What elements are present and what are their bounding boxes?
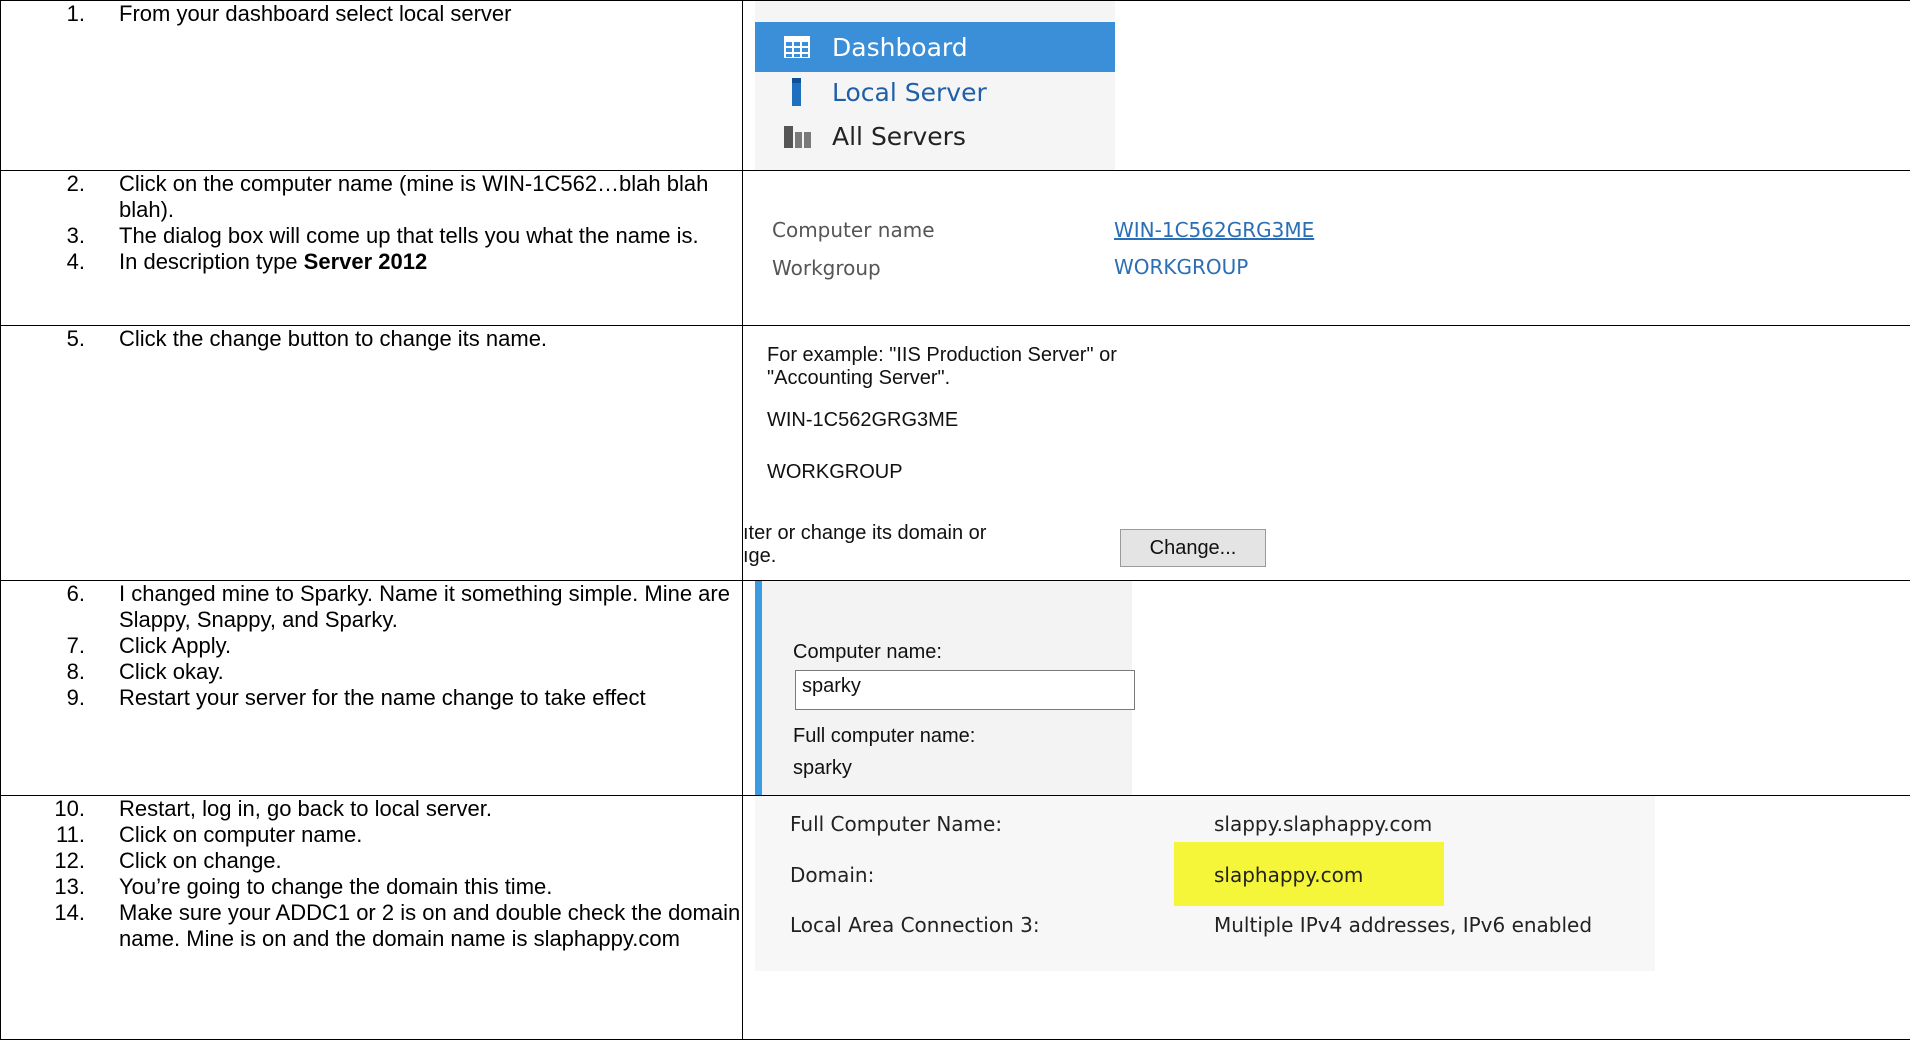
step-number: 11.	[1, 822, 85, 848]
domain-properties-screenshot: Full Computer Name: slappy.slaphappy.com…	[755, 796, 1655, 971]
computer-name-changes-screenshot: Computer name: sparky Full computer name…	[755, 581, 1132, 796]
nav-label: Dashboard	[832, 33, 968, 62]
table-row: 10. Restart, log in, go back to local ser…	[1, 796, 1910, 1040]
screenshot-cell: For example: "IIS Production Server" or …	[743, 326, 1910, 581]
step-text: Click on change.	[119, 848, 282, 873]
step-number: 1.	[1, 1, 85, 27]
rename-text-line: ıge.	[743, 545, 776, 568]
step-text: Click Apply.	[119, 633, 231, 658]
step-list: 6. I changed mine to Sparky. Name it some…	[1, 581, 742, 711]
nav-label: Local Server	[832, 78, 987, 107]
computer-name-label: Computer name	[772, 218, 935, 242]
steps-cell: 2. Click on the computer name (mine is WI…	[1, 171, 743, 326]
full-computer-name-value: WIN-1C562GRG3ME	[767, 409, 958, 432]
step-item: 12. Click on change.	[1, 848, 742, 874]
step-item: 9. Restart your server for the name chang…	[1, 685, 742, 711]
step-text: The dialog box will come up that tells y…	[119, 223, 699, 248]
step-text: Click on the computer name (mine is WIN-…	[119, 171, 708, 222]
step-item: 10. Restart, log in, go back to local ser…	[1, 796, 742, 822]
dashboard-grid-icon	[783, 35, 811, 59]
nav-label: All Servers	[832, 122, 966, 151]
step-number: 2.	[1, 171, 85, 197]
nav-item-dashboard[interactable]: Dashboard	[755, 22, 1115, 72]
table-row: 2. Click on the computer name (mine is WI…	[1, 171, 1910, 326]
nav-item-all-servers[interactable]: All Servers	[755, 111, 1115, 161]
computer-properties-screenshot: Computer name WIN-1C562GRG3ME Workgroup …	[743, 171, 1543, 301]
screenshot-cell: Dashboard Local Server All Servers	[743, 1, 1910, 171]
domain-label: Domain:	[790, 863, 874, 887]
nav-item-local-server[interactable]: Local Server	[755, 67, 1115, 117]
domain-value: slaphappy.com	[1214, 863, 1363, 887]
table-row: 5. Click the change button to change its …	[1, 326, 1910, 581]
servers-icon	[783, 123, 813, 149]
step-number: 8.	[1, 659, 85, 685]
step-text: From your dashboard select local server	[119, 1, 512, 26]
step-item: 14. Make sure your ADDC1 or 2 is on and d…	[1, 900, 742, 952]
step-item: 6. I changed mine to Sparky. Name it some…	[1, 581, 742, 633]
step-number: 4.	[1, 249, 85, 275]
full-computer-name-value: slappy.slaphappy.com	[1214, 812, 1432, 836]
step-text: In description type	[119, 249, 304, 274]
full-computer-name-label: Full Computer Name:	[790, 812, 1002, 836]
step-number: 12.	[1, 848, 85, 874]
rename-text-line: ıter or change its domain or	[743, 522, 986, 545]
step-item: 2. Click on the computer name (mine is WI…	[1, 171, 742, 223]
step-number: 13.	[1, 874, 85, 900]
server-icon	[783, 77, 811, 107]
step-number: 3.	[1, 223, 85, 249]
example-text-line: For example: "IIS Production Server" or	[767, 344, 1117, 367]
computer-name-link[interactable]: WIN-1C562GRG3ME	[1114, 218, 1314, 242]
step-item: 4. In description type Server 2012	[1, 249, 742, 275]
step-bold-text: Server 2012	[304, 249, 428, 274]
step-item: 13. You’re going to change the domain thi…	[1, 874, 742, 900]
step-text: You’re going to change the domain this t…	[119, 874, 552, 899]
workgroup-label: Workgroup	[772, 256, 881, 280]
steps-cell: 6. I changed mine to Sparky. Name it some…	[1, 581, 743, 796]
step-number: 10.	[1, 796, 85, 822]
change-button[interactable]: Change...	[1120, 529, 1266, 567]
step-text: Click on computer name.	[119, 822, 362, 847]
lan-connection-value: Multiple IPv4 addresses, IPv6 enabled	[1214, 913, 1592, 937]
step-number: 14.	[1, 900, 85, 926]
step-number: 7.	[1, 633, 85, 659]
full-computer-name-value: sparky	[793, 757, 852, 780]
lan-connection-label: Local Area Connection 3:	[790, 913, 1040, 937]
step-item: 1. From your dashboard select local serve…	[1, 1, 742, 27]
steps-cell: 1. From your dashboard select local serve…	[1, 1, 743, 171]
step-list: 2. Click on the computer name (mine is WI…	[1, 171, 742, 275]
step-number: 9.	[1, 685, 85, 711]
step-list: 5. Click the change button to change its …	[1, 326, 742, 352]
table-row: 1. From your dashboard select local serve…	[1, 1, 1910, 171]
step-item: 7. Click Apply.	[1, 633, 742, 659]
step-text: Restart, log in, go back to local server…	[119, 796, 492, 821]
example-text-line: "Accounting Server".	[767, 367, 950, 390]
step-number: 5.	[1, 326, 85, 352]
screenshot-cell: Computer name: sparky Full computer name…	[743, 581, 1910, 796]
step-text: I changed mine to Sparky. Name it someth…	[119, 581, 730, 632]
step-item: 8. Click okay.	[1, 659, 742, 685]
step-text: Make sure your ADDC1 or 2 is on and doub…	[119, 900, 740, 951]
workgroup-link[interactable]: WORKGROUP	[1114, 255, 1248, 279]
step-item: 5. Click the change button to change its …	[1, 326, 742, 352]
step-list: 1. From your dashboard select local serve…	[1, 1, 742, 27]
step-text: Restart your server for the name change …	[119, 685, 646, 710]
computer-name-input[interactable]: sparky	[795, 670, 1135, 710]
step-text: Click the change button to change its na…	[119, 326, 547, 351]
workgroup-value: WORKGROUP	[767, 461, 903, 484]
table-row: 6. I changed mine to Sparky. Name it some…	[1, 581, 1910, 796]
screenshot-cell: Full Computer Name: slappy.slaphappy.com…	[743, 796, 1910, 1040]
step-item: 3. The dialog box will come up that tells…	[1, 223, 742, 249]
screenshot-cell: Computer name WIN-1C562GRG3ME Workgroup …	[743, 171, 1910, 326]
step-number: 6.	[1, 581, 85, 607]
steps-cell: 5. Click the change button to change its …	[1, 326, 743, 581]
step-list: 10. Restart, log in, go back to local ser…	[1, 796, 742, 952]
step-item: 11. Click on computer name.	[1, 822, 742, 848]
system-properties-screenshot: For example: "IIS Production Server" or …	[743, 326, 1543, 571]
instructions-table: 1. From your dashboard select local serve…	[0, 0, 1910, 1040]
server-manager-nav-screenshot: Dashboard Local Server All Servers	[755, 1, 1115, 171]
full-computer-name-label: Full computer name:	[793, 725, 975, 748]
steps-cell: 10. Restart, log in, go back to local ser…	[1, 796, 743, 1040]
computer-name-label: Computer name:	[793, 641, 942, 664]
step-text: Click okay.	[119, 659, 224, 684]
